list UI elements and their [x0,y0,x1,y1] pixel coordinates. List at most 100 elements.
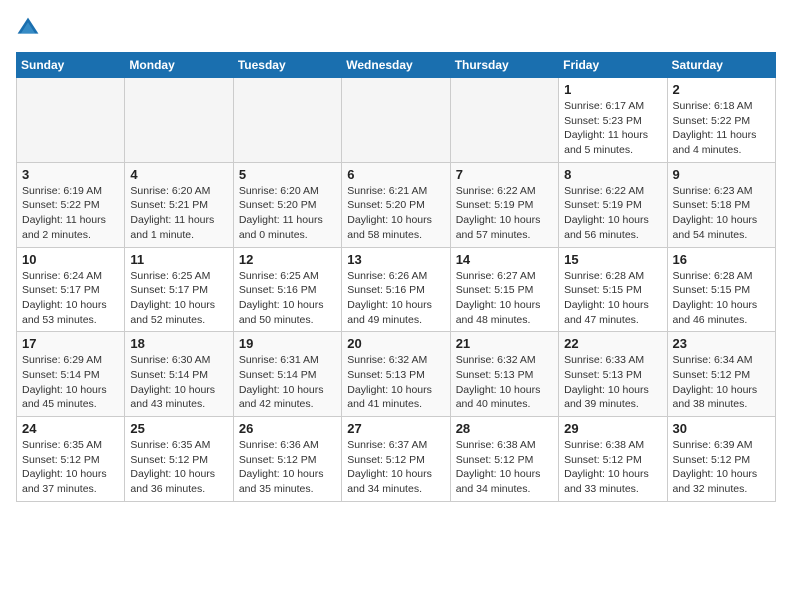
calendar-cell [450,78,558,163]
day-number: 19 [239,336,336,351]
day-info: Sunrise: 6:28 AM Sunset: 5:15 PM Dayligh… [673,269,770,328]
day-number: 5 [239,167,336,182]
calendar-week-5: 24 Sunrise: 6:35 AM Sunset: 5:12 PM Dayli… [17,417,776,502]
day-info: Sunrise: 6:32 AM Sunset: 5:13 PM Dayligh… [347,353,444,412]
day-number: 18 [130,336,227,351]
calendar-cell: 15 Sunrise: 6:28 AM Sunset: 5:15 PM Dayli… [559,247,667,332]
day-info: Sunrise: 6:26 AM Sunset: 5:16 PM Dayligh… [347,269,444,328]
calendar-cell: 17Sunrise: 6:29 AM Sunset: 5:14 PM Dayli… [17,332,125,417]
calendar-cell: 21 Sunrise: 6:32 AM Sunset: 5:13 PM Dayli… [450,332,558,417]
calendar-cell: 12 Sunrise: 6:25 AM Sunset: 5:16 PM Dayli… [233,247,341,332]
day-info: Sunrise: 6:24 AM Sunset: 5:17 PM Dayligh… [22,269,119,328]
day-info: Sunrise: 6:27 AM Sunset: 5:15 PM Dayligh… [456,269,553,328]
day-info: Sunrise: 6:17 AM Sunset: 5:23 PM Dayligh… [564,99,661,158]
logo [16,16,44,40]
calendar-cell: 4 Sunrise: 6:20 AM Sunset: 5:21 PM Daylig… [125,162,233,247]
calendar-cell: 20 Sunrise: 6:32 AM Sunset: 5:13 PM Dayli… [342,332,450,417]
calendar-table: SundayMondayTuesdayWednesdayThursdayFrid… [16,52,776,502]
day-info: Sunrise: 6:22 AM Sunset: 5:19 PM Dayligh… [456,184,553,243]
day-number: 27 [347,421,444,436]
calendar-cell [125,78,233,163]
calendar-cell: 24 Sunrise: 6:35 AM Sunset: 5:12 PM Dayli… [17,417,125,502]
weekday-sunday: Sunday [17,53,125,78]
calendar-cell: 7 Sunrise: 6:22 AM Sunset: 5:19 PM Daylig… [450,162,558,247]
calendar-cell [233,78,341,163]
calendar-cell: 13 Sunrise: 6:26 AM Sunset: 5:16 PM Dayli… [342,247,450,332]
day-info: Sunrise: 6:35 AM Sunset: 5:12 PM Dayligh… [22,438,119,497]
calendar-cell: 3 Sunrise: 6:19 AM Sunset: 5:22 PM Daylig… [17,162,125,247]
day-info: Sunrise: 6:31 AM Sunset: 5:14 PM Dayligh… [239,353,336,412]
day-info: Sunrise: 6:39 AM Sunset: 5:12 PM Dayligh… [673,438,770,497]
day-info: Sunrise: 6:19 AM Sunset: 5:22 PM Dayligh… [22,184,119,243]
day-info: Sunrise: 6:34 AM Sunset: 5:12 PM Dayligh… [673,353,770,412]
calendar-cell: 5Sunrise: 6:20 AM Sunset: 5:20 PM Daylig… [233,162,341,247]
day-number: 30 [673,421,770,436]
day-number: 23 [673,336,770,351]
day-number: 20 [347,336,444,351]
day-info: Sunrise: 6:38 AM Sunset: 5:12 PM Dayligh… [456,438,553,497]
calendar-cell: 6 Sunrise: 6:21 AM Sunset: 5:20 PM Daylig… [342,162,450,247]
calendar-week-2: 3 Sunrise: 6:19 AM Sunset: 5:22 PM Daylig… [17,162,776,247]
day-number: 3 [22,167,119,182]
day-number: 16 [673,252,770,267]
day-number: 24 [22,421,119,436]
calendar-body: 1 Sunrise: 6:17 AM Sunset: 5:23 PM Daylig… [17,78,776,502]
calendar-cell: 10 Sunrise: 6:24 AM Sunset: 5:17 PM Dayli… [17,247,125,332]
day-number: 8 [564,167,661,182]
calendar-cell: 25 Sunrise: 6:35 AM Sunset: 5:12 PM Dayli… [125,417,233,502]
calendar-week-3: 10 Sunrise: 6:24 AM Sunset: 5:17 PM Dayli… [17,247,776,332]
calendar-cell [342,78,450,163]
day-info: Sunrise: 6:35 AM Sunset: 5:12 PM Dayligh… [130,438,227,497]
day-info: Sunrise: 6:36 AM Sunset: 5:12 PM Dayligh… [239,438,336,497]
day-info: Sunrise: 6:37 AM Sunset: 5:12 PM Dayligh… [347,438,444,497]
calendar-cell: 16 Sunrise: 6:28 AM Sunset: 5:15 PM Dayli… [667,247,775,332]
weekday-header-row: SundayMondayTuesdayWednesdayThursdayFrid… [17,53,776,78]
weekday-friday: Friday [559,53,667,78]
day-number: 25 [130,421,227,436]
page-header [16,16,776,40]
day-info: Sunrise: 6:25 AM Sunset: 5:17 PM Dayligh… [130,269,227,328]
day-info: Sunrise: 6:20 AM Sunset: 5:21 PM Dayligh… [130,184,227,243]
calendar-cell: 22Sunrise: 6:33 AM Sunset: 5:13 PM Dayli… [559,332,667,417]
weekday-monday: Monday [125,53,233,78]
calendar-cell: 1 Sunrise: 6:17 AM Sunset: 5:23 PM Daylig… [559,78,667,163]
day-info: Sunrise: 6:29 AM Sunset: 5:14 PM Dayligh… [22,353,119,412]
day-info: Sunrise: 6:21 AM Sunset: 5:20 PM Dayligh… [347,184,444,243]
calendar-cell: 18 Sunrise: 6:30 AM Sunset: 5:14 PM Dayli… [125,332,233,417]
day-number: 4 [130,167,227,182]
day-info: Sunrise: 6:38 AM Sunset: 5:12 PM Dayligh… [564,438,661,497]
calendar-cell: 26Sunrise: 6:36 AM Sunset: 5:12 PM Dayli… [233,417,341,502]
weekday-wednesday: Wednesday [342,53,450,78]
weekday-thursday: Thursday [450,53,558,78]
day-info: Sunrise: 6:32 AM Sunset: 5:13 PM Dayligh… [456,353,553,412]
calendar-cell: 14 Sunrise: 6:27 AM Sunset: 5:15 PM Dayli… [450,247,558,332]
day-info: Sunrise: 6:23 AM Sunset: 5:18 PM Dayligh… [673,184,770,243]
day-number: 2 [673,82,770,97]
logo-icon [16,16,40,40]
calendar-cell: 8 Sunrise: 6:22 AM Sunset: 5:19 PM Daylig… [559,162,667,247]
day-number: 14 [456,252,553,267]
day-number: 12 [239,252,336,267]
weekday-saturday: Saturday [667,53,775,78]
calendar-cell: 28 Sunrise: 6:38 AM Sunset: 5:12 PM Dayli… [450,417,558,502]
day-number: 28 [456,421,553,436]
day-info: Sunrise: 6:30 AM Sunset: 5:14 PM Dayligh… [130,353,227,412]
calendar-cell: 30 Sunrise: 6:39 AM Sunset: 5:12 PM Dayli… [667,417,775,502]
day-number: 22 [564,336,661,351]
calendar-cell: 9 Sunrise: 6:23 AM Sunset: 5:18 PM Daylig… [667,162,775,247]
day-number: 1 [564,82,661,97]
day-number: 9 [673,167,770,182]
day-info: Sunrise: 6:25 AM Sunset: 5:16 PM Dayligh… [239,269,336,328]
day-number: 10 [22,252,119,267]
calendar-cell: 29Sunrise: 6:38 AM Sunset: 5:12 PM Dayli… [559,417,667,502]
day-info: Sunrise: 6:18 AM Sunset: 5:22 PM Dayligh… [673,99,770,158]
weekday-tuesday: Tuesday [233,53,341,78]
day-number: 6 [347,167,444,182]
calendar-week-4: 17Sunrise: 6:29 AM Sunset: 5:14 PM Dayli… [17,332,776,417]
day-number: 15 [564,252,661,267]
day-number: 13 [347,252,444,267]
day-info: Sunrise: 6:22 AM Sunset: 5:19 PM Dayligh… [564,184,661,243]
day-info: Sunrise: 6:28 AM Sunset: 5:15 PM Dayligh… [564,269,661,328]
day-number: 21 [456,336,553,351]
day-number: 7 [456,167,553,182]
